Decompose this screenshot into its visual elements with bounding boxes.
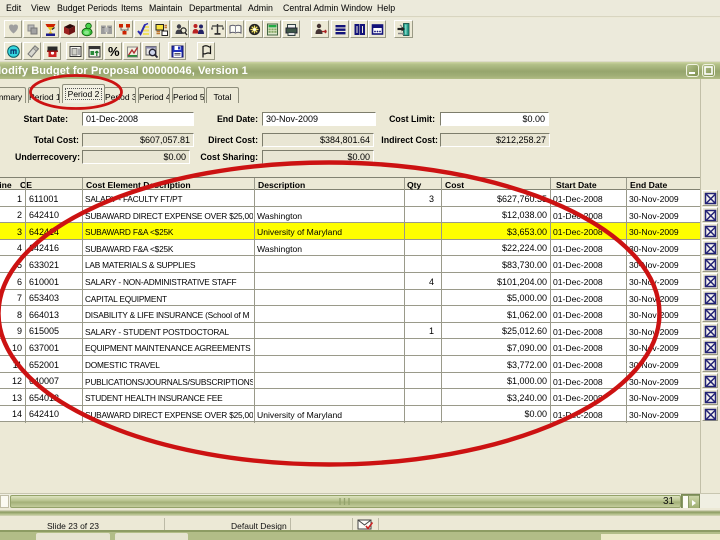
svg-text:%: %	[108, 44, 120, 59]
